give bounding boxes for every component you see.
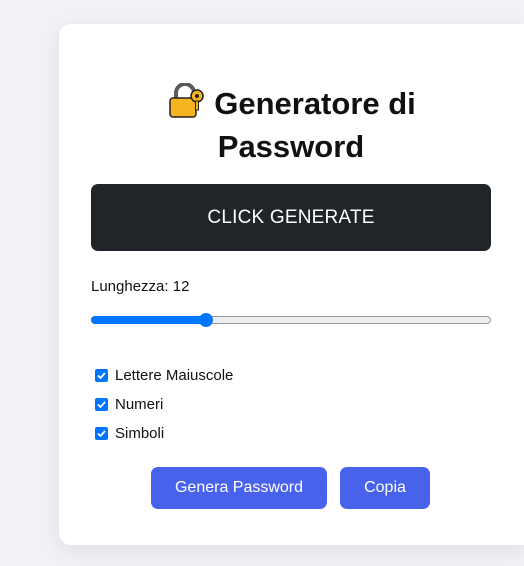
checkbox-numbers[interactable] <box>95 398 108 411</box>
slider-fill <box>91 316 206 324</box>
slider-thumb[interactable] <box>199 313 213 327</box>
copy-button[interactable]: Copia <box>340 467 430 509</box>
option-label: Lettere Maiuscole <box>115 367 234 384</box>
title-line-2: Password <box>217 129 365 164</box>
password-display-text: CLICK GENERATE <box>207 206 375 228</box>
length-slider[interactable] <box>91 313 491 327</box>
checkbox-uppercase[interactable] <box>95 369 108 382</box>
title-line-1: Generatore di <box>214 86 416 121</box>
password-display: CLICK GENERATE <box>91 184 491 251</box>
option-uppercase[interactable]: Lettere Maiuscole <box>95 361 233 390</box>
lock-with-key-icon <box>166 82 206 119</box>
option-label: Numeri <box>115 396 164 413</box>
option-symbols[interactable]: Simboli <box>95 419 233 448</box>
checkbox-symbols[interactable] <box>95 427 108 440</box>
generate-password-button[interactable]: Genera Password <box>151 467 327 509</box>
length-label: Lunghezza: 12 <box>91 278 190 295</box>
page-title: Generatore di Password <box>91 82 491 168</box>
option-numbers[interactable]: Numeri <box>95 390 233 419</box>
password-generator-card: Generatore di Password CLICK GENERATE Lu… <box>59 24 524 545</box>
option-label: Simboli <box>115 425 165 442</box>
options-list: Lettere Maiuscole Numeri Simboli <box>95 361 233 448</box>
